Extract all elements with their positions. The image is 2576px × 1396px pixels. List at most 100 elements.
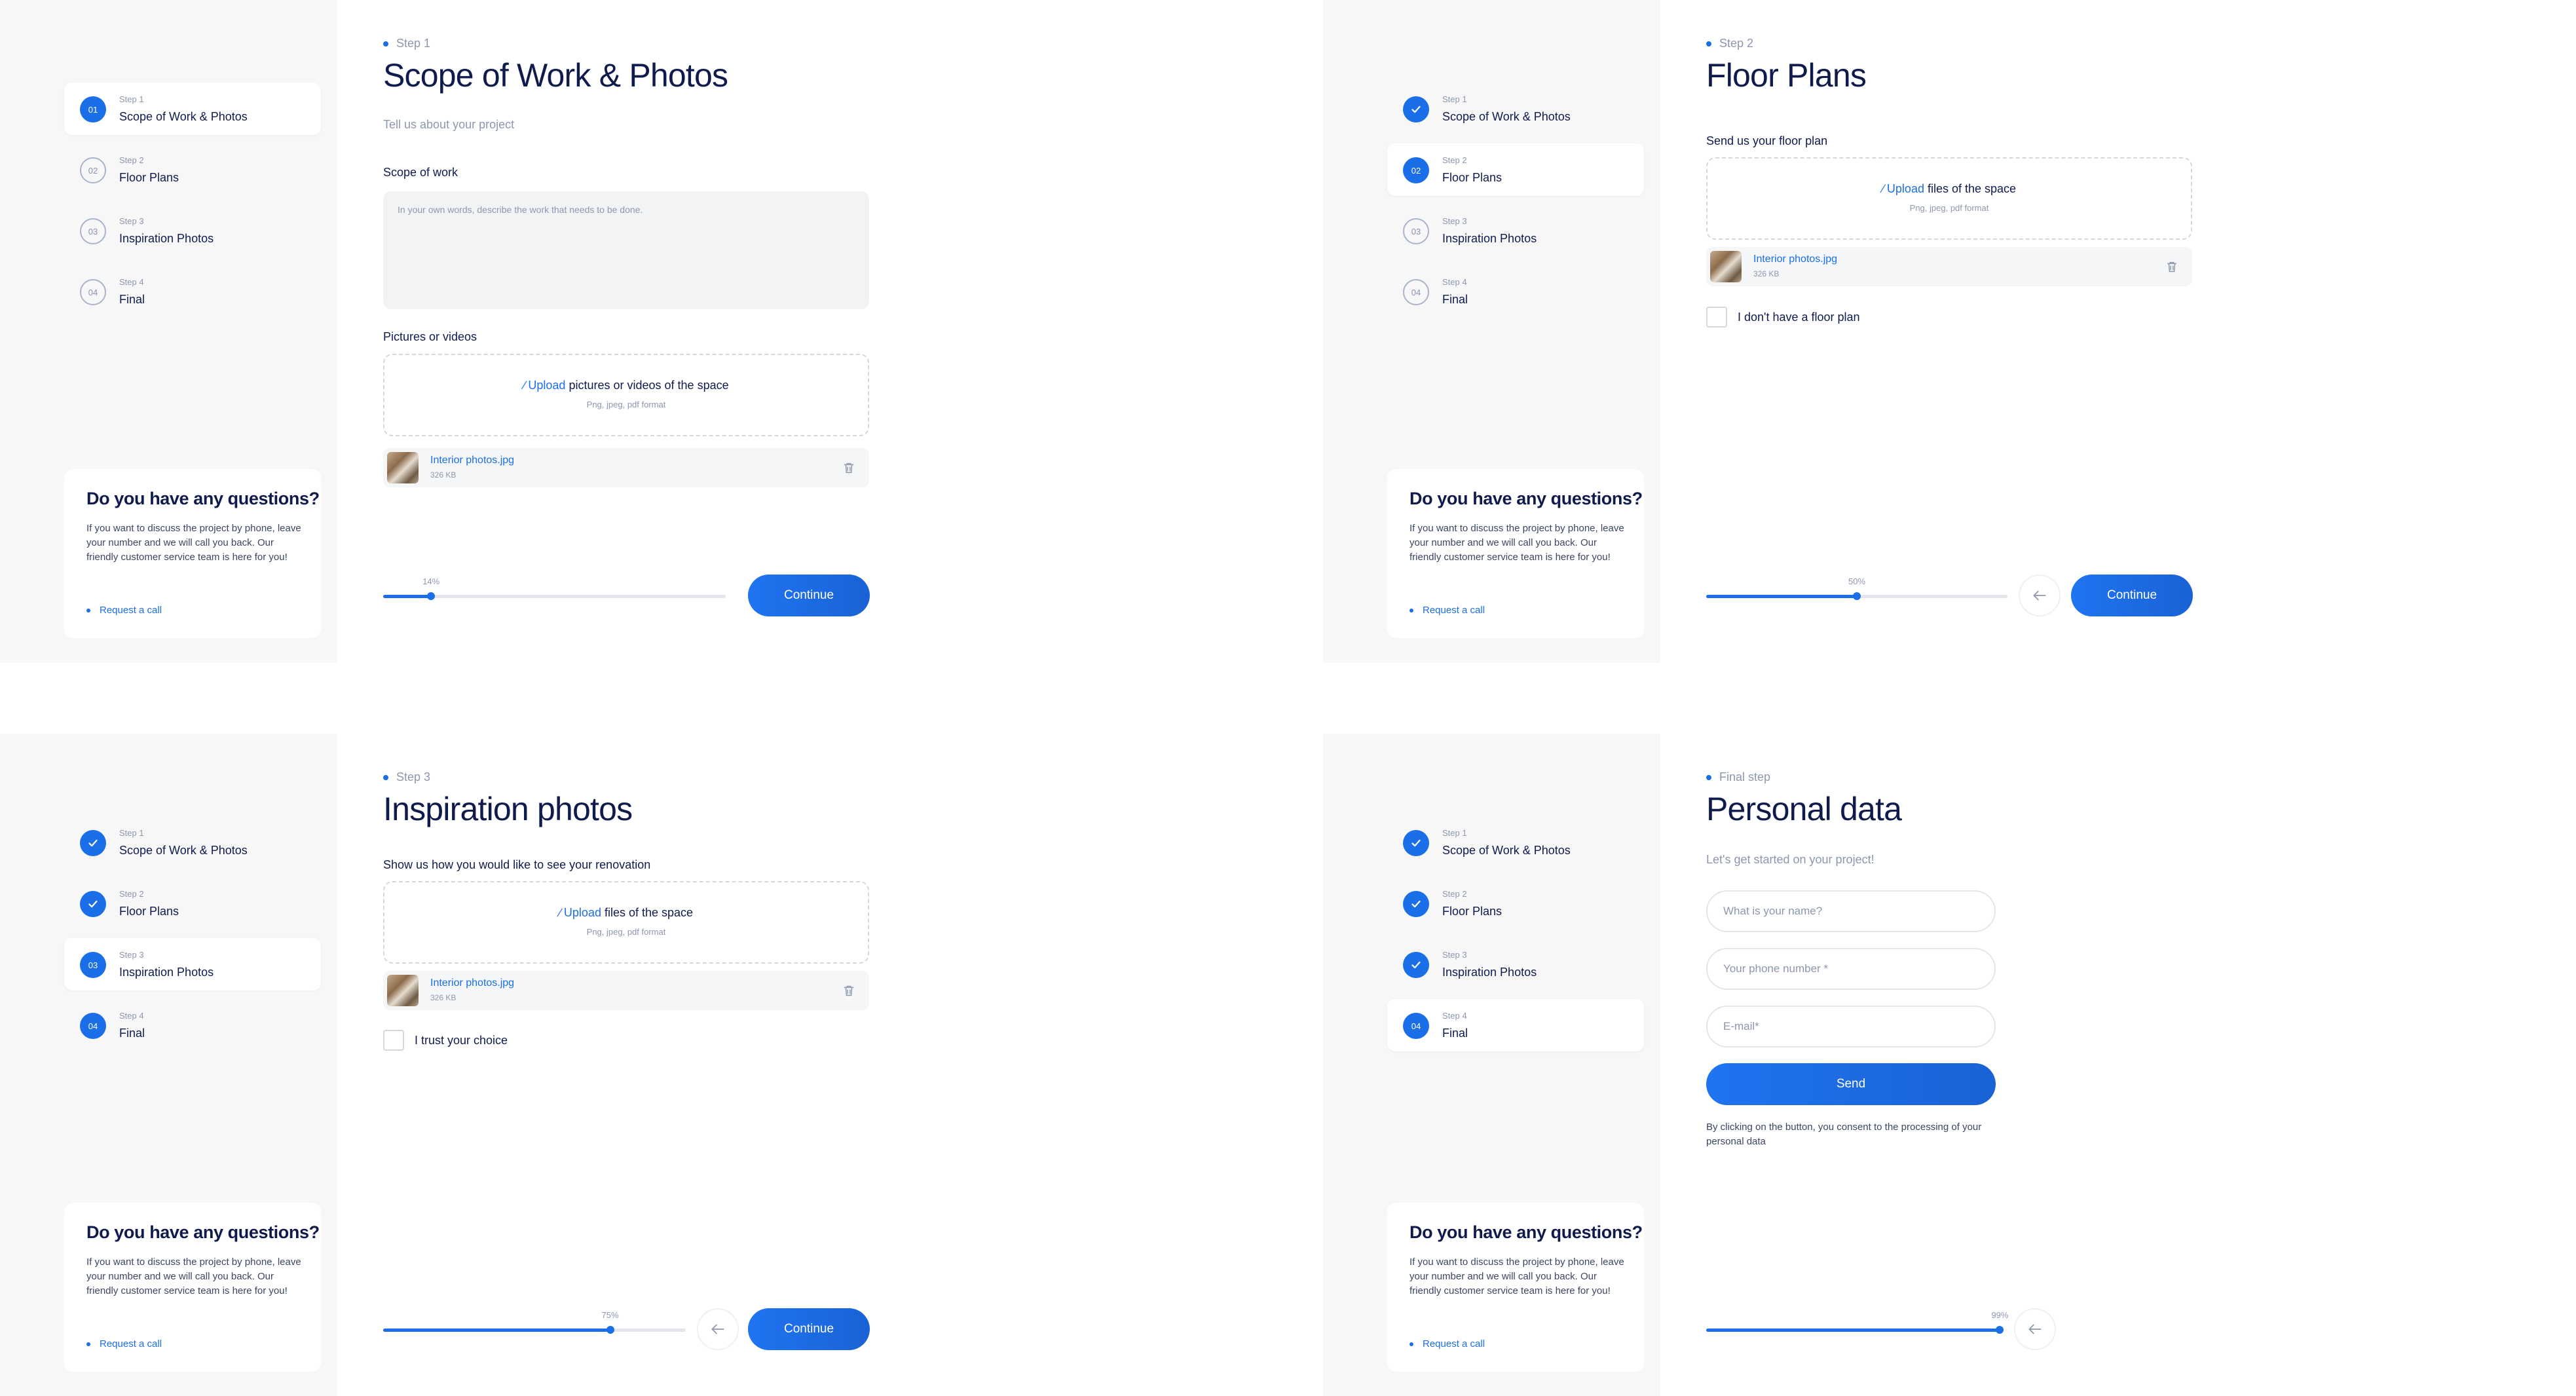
progress-bar: 14%: [383, 576, 726, 603]
file-name[interactable]: Interior photos.jpg: [430, 977, 514, 989]
step-small-label: Step 3: [119, 950, 144, 960]
upload-link[interactable]: Upload: [528, 379, 565, 392]
step-item-2[interactable]: Step 2 Floor Plans: [64, 877, 321, 930]
progress-label: 50%: [1848, 576, 1866, 586]
upload-dropzone[interactable]: ∕ Upload files of the space Png, jpeg, pd…: [1706, 157, 2192, 240]
trash-icon[interactable]: [2165, 259, 2179, 274]
checkbox-label: I don't have a floor plan: [1738, 310, 1860, 324]
upload-dropzone[interactable]: ∕ Upload pictures or videos of the space …: [383, 354, 869, 436]
progress-bar: 75%: [383, 1310, 686, 1336]
step-name: Floor Plans: [1442, 171, 1503, 184]
trust-choice-checkbox[interactable]: [383, 1030, 404, 1051]
main-content: Final step Personal data Let's get start…: [1706, 734, 2576, 1396]
progress-fill: [1706, 1329, 2000, 1332]
step-item-4[interactable]: 04 Step 4 Final: [64, 999, 321, 1051]
upload-hint: Png, jpeg, pdf format: [1909, 203, 1989, 213]
no-floor-plan-checkbox[interactable]: [1706, 307, 1727, 328]
bullet-dot: [1409, 1342, 1413, 1346]
scope-textarea[interactable]: In your own words, describe the work tha…: [383, 191, 869, 309]
step-small-label: Step 4: [119, 1011, 144, 1021]
step-item-1[interactable]: Step 1 Scope of Work & Photos: [64, 816, 321, 869]
file-thumbnail: [387, 975, 419, 1006]
step-item-1[interactable]: 01 Step 1 Scope of Work & Photos: [64, 83, 321, 135]
questions-title: Do you have any questions?: [86, 489, 320, 508]
checkbox-label: I trust your choice: [415, 1033, 508, 1047]
step-tag: Step 3: [383, 770, 430, 784]
check-icon: [80, 891, 106, 917]
upload-link[interactable]: Upload: [1887, 182, 1924, 195]
questions-text: If you want to discuss the project by ph…: [86, 1256, 301, 1296]
back-button[interactable]: [2019, 575, 2061, 616]
file-name[interactable]: Interior photos.jpg: [1753, 254, 1837, 265]
step-item-2[interactable]: Step 2 Floor Plans: [1387, 877, 1644, 930]
step-item-2[interactable]: 02 Step 2 Floor Plans: [1387, 143, 1644, 196]
main-content: Step 2 Floor Plans Send us your floor pl…: [1706, 0, 2576, 663]
check-icon: [1403, 952, 1429, 978]
upload-link[interactable]: Upload: [564, 906, 601, 919]
continue-button[interactable]: Continue: [748, 1308, 870, 1350]
step-item-3[interactable]: 03 Step 3 Inspiration Photos: [1387, 204, 1644, 257]
step-small-label: Step 1: [1442, 828, 1467, 838]
page-title: Inspiration photos: [383, 791, 633, 827]
request-call-link[interactable]: Request a call: [86, 1338, 162, 1349]
uploaded-file: Interior photos.jpg 326 KB: [383, 448, 869, 487]
request-call-link[interactable]: Request a call: [1409, 605, 1485, 616]
progress-knob: [606, 1326, 614, 1334]
send-button[interactable]: Send: [1706, 1063, 1996, 1105]
step-number-badge: 04: [1403, 1013, 1429, 1039]
panel-step3: Step 1 Scope of Work & Photos Step 2 Flo…: [0, 734, 1313, 1396]
step-tag: Final step: [1706, 770, 1770, 784]
questions-title: Do you have any questions?: [1409, 1222, 1643, 1242]
step-name: Scope of Work & Photos: [119, 844, 248, 857]
request-call-label: Request a call: [1423, 605, 1485, 616]
file-name[interactable]: Interior photos.jpg: [430, 455, 514, 466]
phone-input[interactable]: Your phone number *: [1706, 948, 1996, 990]
continue-button[interactable]: Continue: [748, 575, 870, 616]
trash-icon[interactable]: [842, 461, 856, 475]
upload-rest: files of the space: [604, 906, 694, 919]
file-size: 326 KB: [430, 470, 457, 480]
back-button[interactable]: [697, 1308, 739, 1350]
inspiration-label: Show us how you would like to see your r…: [383, 858, 651, 871]
name-input[interactable]: What is your name?: [1706, 890, 1996, 932]
bullet-dot: [86, 1342, 90, 1346]
step-item-4[interactable]: 04 Step 4 Final: [64, 265, 321, 318]
step-item-2[interactable]: 02 Step 2 Floor Plans: [64, 143, 321, 196]
step-item-1[interactable]: Step 1 Scope of Work & Photos: [1387, 83, 1644, 135]
request-call-link[interactable]: Request a call: [1409, 1338, 1485, 1349]
page-title: Personal data: [1706, 791, 1902, 827]
step-item-3[interactable]: 03 Step 3 Inspiration Photos: [64, 938, 321, 990]
progress-fill: [1706, 595, 1857, 598]
arrow-left-icon: [2033, 590, 2046, 601]
back-button[interactable]: [2014, 1308, 2056, 1350]
tag-dot: [1706, 774, 1711, 780]
no-floor-plan-row[interactable]: I don't have a floor plan: [1706, 307, 1860, 328]
step-small-label: Step 4: [1442, 277, 1467, 287]
step-name: Floor Plans: [119, 171, 179, 184]
request-call-link[interactable]: Request a call: [86, 605, 162, 616]
bullet-dot: [86, 608, 90, 613]
step-item-1[interactable]: Step 1 Scope of Work & Photos: [1387, 816, 1644, 869]
step-tag: Step 1: [383, 37, 430, 50]
step-small-label: Step 2: [1442, 889, 1467, 899]
uploaded-file: Interior photos.jpg 326 KB: [383, 971, 869, 1010]
page-subtitle: Let's get started on your project!: [1706, 853, 1875, 866]
step-small-label: Step 2: [119, 889, 144, 899]
bullet-dot: [1409, 608, 1413, 613]
step-item-4[interactable]: 04 Step 4 Final: [1387, 999, 1644, 1051]
arrow-left-icon: [2028, 1324, 2042, 1334]
upload-dropzone[interactable]: ∕ Upload files of the space Png, jpeg, pd…: [383, 881, 869, 964]
email-input[interactable]: E-mail*: [1706, 1006, 1996, 1047]
step-item-3[interactable]: Step 3 Inspiration Photos: [1387, 938, 1644, 990]
step-name: Floor Plans: [1442, 905, 1503, 918]
upload-text: ∕ Upload files of the space: [384, 906, 868, 920]
step-item-4[interactable]: 04 Step 4 Final: [1387, 265, 1644, 318]
trust-choice-row[interactable]: I trust your choice: [383, 1030, 508, 1051]
step-number-badge: 01: [80, 96, 106, 123]
continue-button[interactable]: Continue: [2071, 575, 2193, 616]
step-item-3[interactable]: 03 Step 3 Inspiration Photos: [64, 204, 321, 257]
upload-rest: pictures or videos of the space: [569, 379, 729, 392]
step-number-badge: 04: [1403, 279, 1429, 305]
step-tag-label: Step 1: [396, 37, 431, 50]
trash-icon[interactable]: [842, 983, 856, 998]
